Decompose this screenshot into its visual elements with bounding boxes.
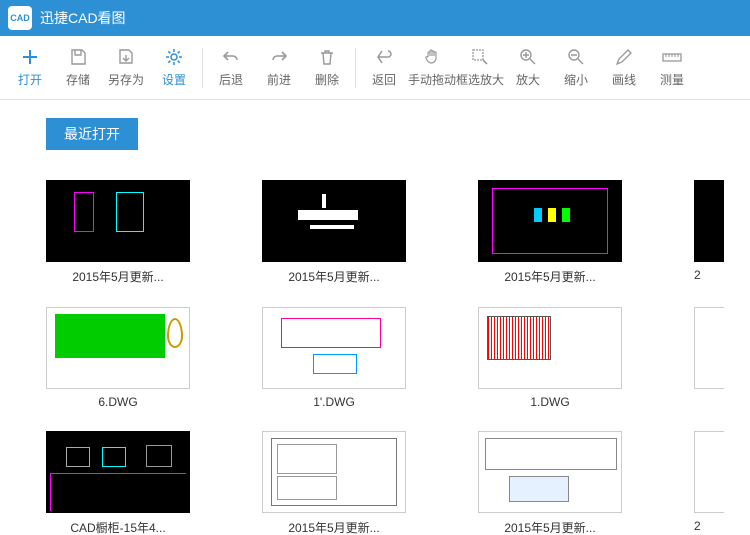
zoom-in-icon [518, 47, 538, 67]
back-label: 后退 [219, 71, 243, 88]
zoom-in-button[interactable]: 放大 [504, 40, 552, 96]
titlebar: CAD 迅捷CAD看图 [0, 0, 750, 36]
file-item[interactable]: 2015年5月更新... [478, 180, 694, 285]
draw-line-button[interactable]: 画线 [600, 40, 648, 96]
ruler-icon [662, 47, 682, 67]
zoom-window-label: 框选放大 [456, 71, 504, 88]
plus-icon [20, 47, 40, 67]
file-thumbnail [46, 180, 190, 262]
file-thumbnail [262, 180, 406, 262]
file-thumbnail [694, 431, 724, 513]
file-label: CAD橱柜-15年4... [46, 519, 190, 535]
file-item-cutoff[interactable]: 2 [694, 180, 724, 285]
save-icon [68, 47, 88, 67]
file-item[interactable]: CAD橱柜-15年4... [46, 431, 262, 535]
file-label: 1'.DWG [262, 395, 406, 409]
measure-button[interactable]: 测量 [648, 40, 696, 96]
file-thumbnail [262, 307, 406, 389]
file-label: 2015年5月更新... [478, 519, 622, 535]
measure-label: 测量 [660, 71, 684, 88]
file-item[interactable]: 2015年5月更新... [478, 431, 694, 535]
save-label: 存储 [66, 71, 90, 88]
file-thumbnail [262, 431, 406, 513]
file-item-cutoff[interactable] [694, 307, 724, 409]
separator [355, 48, 356, 88]
return-icon [374, 47, 394, 67]
pan-button[interactable]: 手动拖动 [408, 40, 456, 96]
delete-button[interactable]: 删除 [303, 40, 351, 96]
file-item[interactable]: 6.DWG [46, 307, 262, 409]
file-thumbnail [694, 180, 724, 262]
file-label: 2015年5月更新... [262, 519, 406, 535]
file-label: 1.DWG [478, 395, 622, 409]
settings-label: 设置 [162, 71, 186, 88]
hand-icon [422, 47, 442, 67]
saveas-label: 另存为 [108, 71, 144, 88]
delete-label: 删除 [315, 71, 339, 88]
zoom-out-button[interactable]: 缩小 [552, 40, 600, 96]
open-button[interactable]: 打开 [6, 40, 54, 96]
file-label: 2015年5月更新... [46, 268, 190, 285]
zoom-out-icon [566, 47, 586, 67]
file-label: 2015年5月更新... [478, 268, 622, 285]
zoom-window-button[interactable]: 框选放大 [456, 40, 504, 96]
open-label: 打开 [18, 71, 42, 88]
app-logo-icon: CAD [8, 6, 32, 30]
file-item[interactable]: 1'.DWG [262, 307, 478, 409]
forward-button[interactable]: 前进 [255, 40, 303, 96]
toolbar: 打开 存储 另存为 设置 后退 前进 删除 返回 手动拖动 框选放大 放大 [0, 36, 750, 100]
recent-section-header: 最近打开 [46, 118, 138, 150]
save-button[interactable]: 存储 [54, 40, 102, 96]
redo-icon [269, 47, 289, 67]
pencil-icon [614, 47, 634, 67]
file-thumbnail [46, 431, 190, 513]
zoom-in-label: 放大 [516, 71, 540, 88]
file-item[interactable]: 1.DWG [478, 307, 694, 409]
settings-button[interactable]: 设置 [150, 40, 198, 96]
file-label: 2015年5月更新... [262, 268, 406, 285]
content-area: 最近打开 2015年5月更新... 2015年5月更新... 2015年5月更新… [0, 100, 750, 535]
pan-label: 手动拖动 [408, 71, 456, 88]
file-thumbnail [46, 307, 190, 389]
draw-line-label: 画线 [612, 71, 636, 88]
gear-icon [164, 47, 184, 67]
file-item[interactable]: 2015年5月更新... [262, 180, 478, 285]
saveas-button[interactable]: 另存为 [102, 40, 150, 96]
file-item[interactable]: 2015年5月更新... [262, 431, 478, 535]
app-title: 迅捷CAD看图 [40, 8, 126, 28]
zoom-window-icon [470, 47, 490, 67]
return-button[interactable]: 返回 [360, 40, 408, 96]
file-thumbnail [478, 307, 622, 389]
file-label: 2 [694, 268, 724, 282]
file-thumbnail [694, 307, 724, 389]
back-button[interactable]: 后退 [207, 40, 255, 96]
return-label: 返回 [372, 71, 396, 88]
forward-label: 前进 [267, 71, 291, 88]
saveas-icon [116, 47, 136, 67]
file-item-cutoff[interactable]: 2 [694, 431, 724, 535]
file-label: 2 [694, 519, 724, 533]
file-label: 6.DWG [46, 395, 190, 409]
separator [202, 48, 203, 88]
file-item[interactable]: 2015年5月更新... [46, 180, 262, 285]
trash-icon [317, 47, 337, 67]
file-thumbnail [478, 180, 622, 262]
file-grid: 2015年5月更新... 2015年5月更新... 2015年5月更新... 2… [46, 180, 750, 535]
undo-icon [221, 47, 241, 67]
file-thumbnail [478, 431, 622, 513]
zoom-out-label: 缩小 [564, 71, 588, 88]
